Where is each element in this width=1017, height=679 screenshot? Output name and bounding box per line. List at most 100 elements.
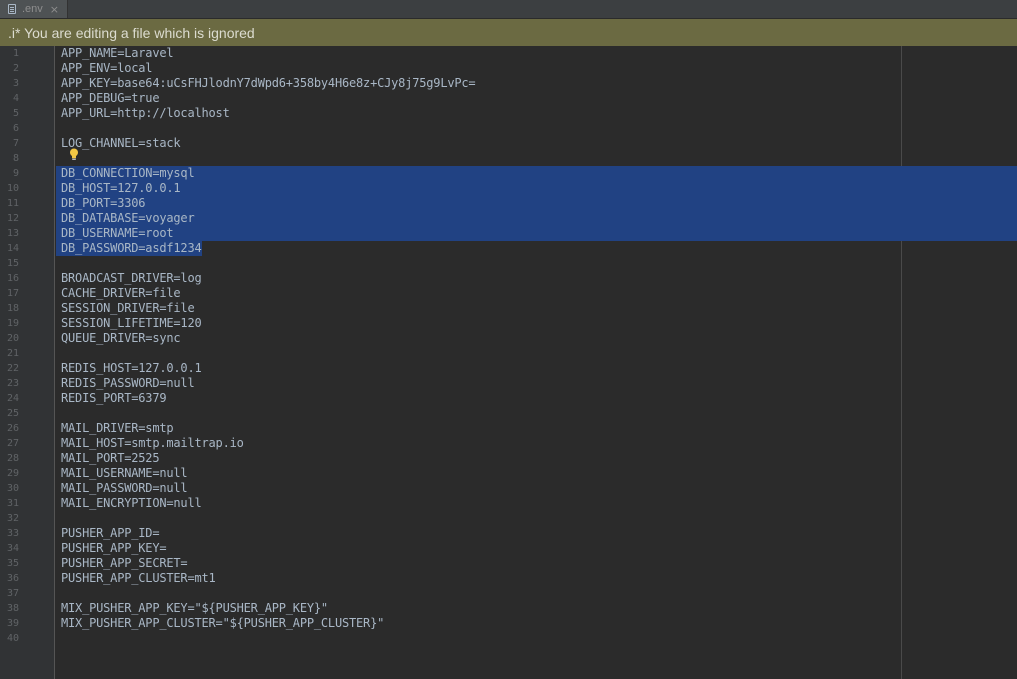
line-text: DB_CONNECTION=mysql (61, 166, 195, 180)
line-text: DB_DATABASE=voyager (61, 211, 195, 225)
code-line[interactable]: 39 MIX_PUSHER_APP_CLUSTER="${PUSHER_APP_C… (0, 616, 1017, 631)
line-number: 28 (6, 453, 19, 464)
line-number: 12 (6, 213, 19, 224)
line-number: 20 (6, 333, 19, 344)
line-number: 4 (12, 93, 19, 104)
selection-highlight (56, 226, 1017, 241)
line-number: 24 (6, 393, 19, 404)
line-text: PUSHER_APP_CLUSTER=mt1 (61, 571, 216, 585)
code-line[interactable]: 19 SESSION_LIFETIME=120 (0, 316, 1017, 331)
code-line[interactable]: 6 (0, 121, 1017, 136)
line-number: 33 (6, 528, 19, 539)
line-number: 17 (6, 288, 19, 299)
tab-env-file[interactable]: .env × (0, 0, 68, 18)
line-number: 22 (6, 363, 19, 374)
editor-tab-bar: .env × (0, 0, 1017, 19)
code-line[interactable]: 9 DB_CONNECTION=mysql (0, 166, 1017, 181)
code-line[interactable]: 28 MAIL_PORT=2525 (0, 451, 1017, 466)
line-text: BROADCAST_DRIVER=log (61, 271, 202, 285)
code-line[interactable]: 17 CACHE_DRIVER=file (0, 286, 1017, 301)
line-number: 36 (6, 573, 19, 584)
code-line[interactable]: 37 (0, 586, 1017, 601)
code-line[interactable]: 29 MAIL_USERNAME=null (0, 466, 1017, 481)
line-number: 5 (12, 108, 19, 119)
line-number: 32 (6, 513, 19, 524)
code-line[interactable]: 35 PUSHER_APP_SECRET= (0, 556, 1017, 571)
line-text: REDIS_PORT=6379 (61, 391, 167, 405)
line-number: 18 (6, 303, 19, 314)
line-number: 34 (6, 543, 19, 554)
line-number: 21 (6, 348, 19, 359)
code-line[interactable]: 33 PUSHER_APP_ID= (0, 526, 1017, 541)
code-line[interactable]: 3 APP_KEY=base64:uCsFHJlodnY7dWpd6+358by4… (0, 76, 1017, 91)
selection-highlight (56, 196, 1017, 211)
line-text: MAIL_ENCRYPTION=null (61, 496, 202, 510)
code-line[interactable]: 18 SESSION_DRIVER=file (0, 301, 1017, 316)
code-line[interactable]: 14 DB_PASSWORD=asdf1234 (0, 241, 1017, 256)
code-line[interactable]: 8 (0, 151, 1017, 166)
code-line[interactable]: 38 MIX_PUSHER_APP_KEY="${PUSHER_APP_KEY}" (0, 601, 1017, 616)
line-number: 6 (12, 123, 19, 134)
code-line[interactable]: 13 DB_USERNAME=root (0, 226, 1017, 241)
line-text: APP_ENV=local (61, 61, 153, 75)
code-line[interactable]: 7 LOG_CHANNEL=stack (0, 136, 1017, 151)
code-line[interactable]: 2 APP_ENV=local (0, 61, 1017, 76)
line-number: 3 (12, 78, 19, 89)
line-number: 16 (6, 273, 19, 284)
code-line[interactable]: 26 MAIL_DRIVER=smtp (0, 421, 1017, 436)
line-text: MAIL_USERNAME=null (61, 466, 188, 480)
code-line[interactable]: 11 DB_PORT=3306 (0, 196, 1017, 211)
code-line[interactable]: 16 BROADCAST_DRIVER=log (0, 271, 1017, 286)
code-line[interactable]: 23 REDIS_PASSWORD=null (0, 376, 1017, 391)
code-line[interactable]: 22 REDIS_HOST=127.0.0.1 (0, 361, 1017, 376)
line-text: PUSHER_APP_ID= (61, 526, 160, 540)
line-number: 40 (6, 633, 19, 644)
code-line[interactable]: 30 MAIL_PASSWORD=null (0, 481, 1017, 496)
line-text: DB_USERNAME=root (61, 226, 174, 240)
line-text: SESSION_DRIVER=file (61, 301, 195, 315)
line-number: 38 (6, 603, 19, 614)
code-line[interactable]: 36 PUSHER_APP_CLUSTER=mt1 (0, 571, 1017, 586)
line-number: 14 (6, 243, 19, 254)
code-line[interactable]: 20 QUEUE_DRIVER=sync (0, 331, 1017, 346)
line-number: 30 (6, 483, 19, 494)
code-line[interactable]: 15 (0, 256, 1017, 271)
line-number: 1 (12, 48, 19, 59)
line-text: APP_URL=http://localhost (61, 106, 230, 120)
line-text: MAIL_HOST=smtp.mailtrap.io (61, 436, 244, 450)
line-text: APP_KEY=base64:uCsFHJlodnY7dWpd6+358by4H… (61, 76, 476, 90)
line-text: MAIL_PORT=2525 (61, 451, 160, 465)
line-text: PUSHER_APP_SECRET= (61, 556, 188, 570)
line-number: 15 (6, 258, 19, 269)
code-line[interactable]: 34 PUSHER_APP_KEY= (0, 541, 1017, 556)
line-number: 13 (6, 228, 19, 239)
line-number: 26 (6, 423, 19, 434)
line-number: 8 (12, 153, 19, 164)
close-icon[interactable]: × (50, 4, 59, 15)
code-editor[interactable]: 1 APP_NAME=Laravel 2 APP_ENV=local 3 APP_KEY=… (0, 46, 1017, 679)
line-text: SESSION_LIFETIME=120 (61, 316, 202, 330)
code-line[interactable]: 40 (0, 631, 1017, 646)
lightbulb-icon[interactable] (69, 148, 79, 161)
line-number: 7 (12, 138, 19, 149)
code-line[interactable]: 32 (0, 511, 1017, 526)
line-number: 35 (6, 558, 19, 569)
code-line[interactable]: 27 MAIL_HOST=smtp.mailtrap.io (0, 436, 1017, 451)
code-line[interactable]: 5 APP_URL=http://localhost (0, 106, 1017, 121)
line-number: 31 (6, 498, 19, 509)
code-line[interactable]: 12 DB_DATABASE=voyager (0, 211, 1017, 226)
code-line[interactable]: 21 (0, 346, 1017, 361)
line-text: APP_NAME=Laravel (61, 46, 174, 60)
tab-label: .env (22, 3, 43, 15)
line-text: DB_HOST=127.0.0.1 (61, 181, 181, 195)
code-line[interactable]: 10 DB_HOST=127.0.0.1 (0, 181, 1017, 196)
code-line[interactable]: 24 REDIS_PORT=6379 (0, 391, 1017, 406)
code-line[interactable]: 4 APP_DEBUG=true (0, 91, 1017, 106)
line-number: 37 (6, 588, 19, 599)
code-line[interactable]: 25 (0, 406, 1017, 421)
line-number: 25 (6, 408, 19, 419)
code-line[interactable]: 1 APP_NAME=Laravel (0, 46, 1017, 61)
file-icon (8, 4, 16, 14)
line-number: 23 (6, 378, 19, 389)
code-line[interactable]: 31 MAIL_ENCRYPTION=null (0, 496, 1017, 511)
